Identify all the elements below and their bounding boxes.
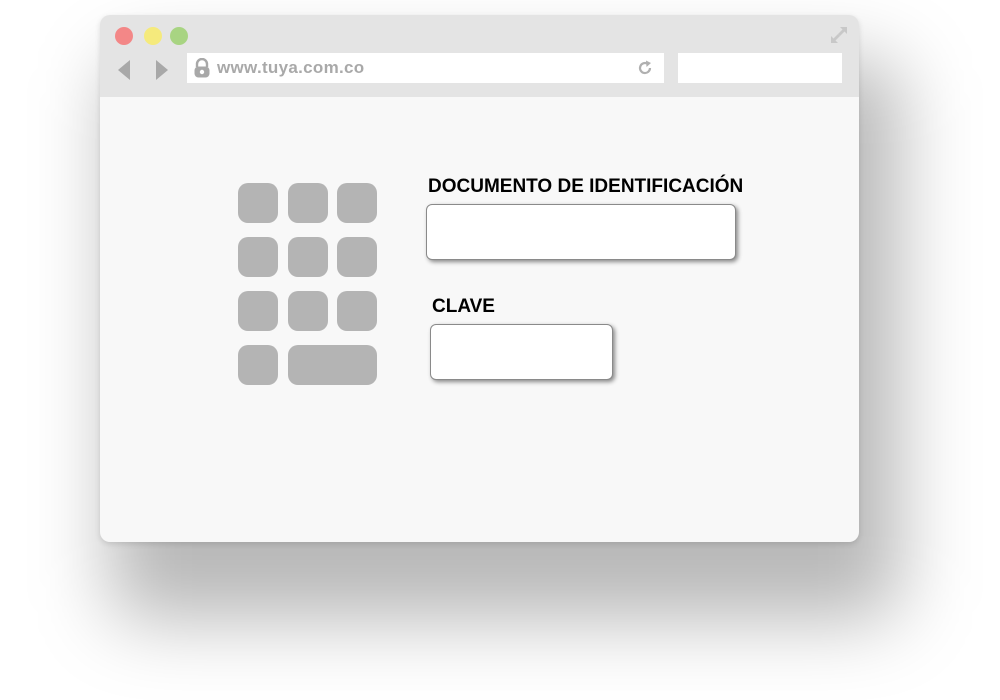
arrow-right-icon [156,60,168,80]
keypad-key[interactable] [337,237,377,277]
keypad-key[interactable] [238,237,278,277]
document-label: DOCUMENTO DE IDENTIFICACIÓN [428,176,744,197]
keypad-key[interactable] [288,291,328,331]
reload-icon[interactable] [636,59,654,77]
minimize-window-button[interactable] [144,27,162,45]
back-button[interactable] [114,59,136,81]
keypad-key[interactable] [337,183,377,223]
search-bar[interactable] [678,53,842,83]
close-window-button[interactable] [115,27,133,45]
password-label: CLAVE [432,296,495,317]
keypad-key[interactable] [238,291,278,331]
password-input[interactable] [430,324,613,380]
browser-chrome: www.tuya.com.co [100,15,859,97]
keypad-key[interactable] [288,237,328,277]
url-text[interactable]: www.tuya.com.co [217,53,364,83]
keypad-key[interactable] [238,345,278,385]
expand-icon[interactable] [829,25,849,45]
arrow-left-icon [118,60,130,80]
numeric-keypad [238,183,378,385]
address-bar[interactable]: www.tuya.com.co [187,53,664,83]
keypad-key[interactable] [288,183,328,223]
document-input[interactable] [426,204,736,260]
forward-button[interactable] [150,59,172,81]
lock-icon [193,57,211,78]
keypad-key-wide[interactable] [288,345,377,385]
page: www.tuya.com.co DOCUMENTO DE IDENTIFICAC… [0,0,1000,700]
keypad-key[interactable] [337,291,377,331]
keypad-key[interactable] [238,183,278,223]
maximize-window-button[interactable] [170,27,188,45]
browser-window: www.tuya.com.co DOCUMENTO DE IDENTIFICAC… [100,15,859,542]
